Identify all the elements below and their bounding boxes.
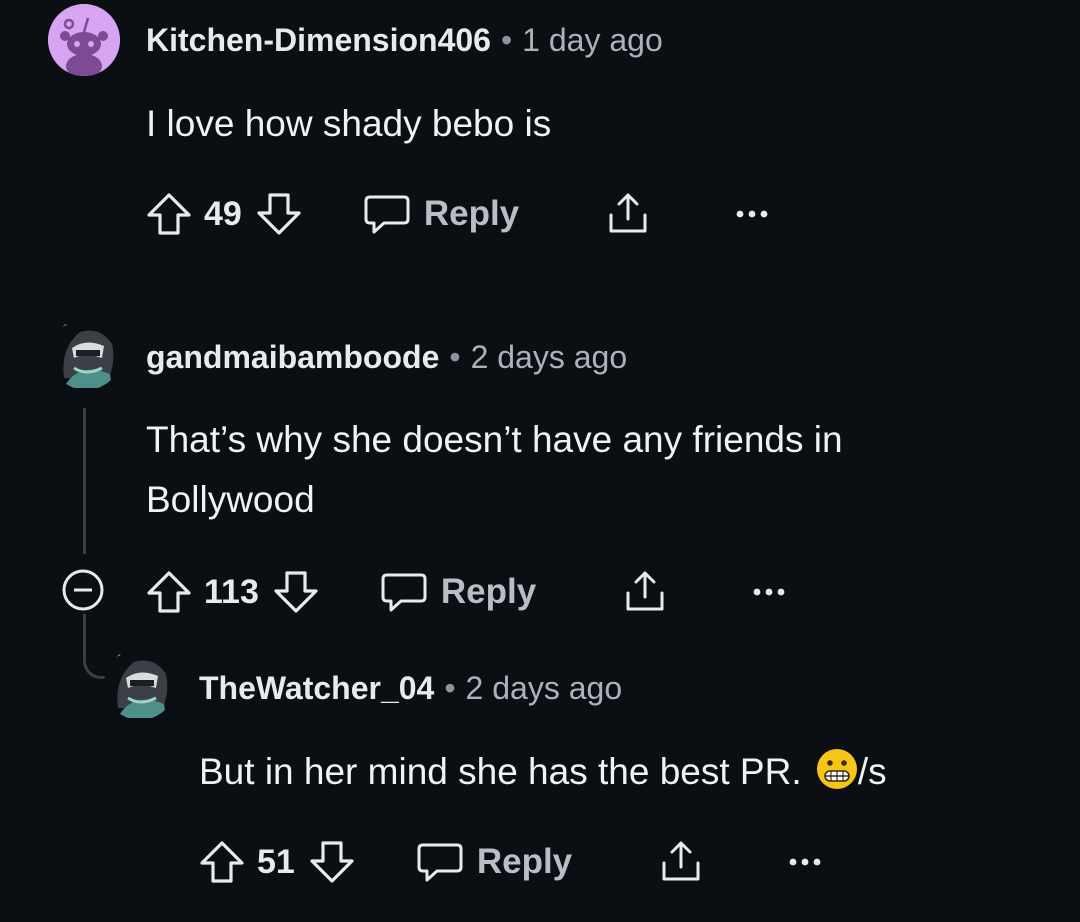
comment-body-text: But in her mind she has the best PR. <box>199 751 802 792</box>
comment-actions: 51 Reply <box>199 832 822 892</box>
comment-body: That’s why she doesn’t have any friends … <box>146 410 843 530</box>
more-options-icon[interactable] <box>735 208 769 220</box>
custom-character-avatar-icon <box>107 649 168 718</box>
username[interactable]: TheWatcher_04 <box>199 670 434 706</box>
reddit-snoo-avatar-icon <box>48 4 120 76</box>
more-options-icon[interactable] <box>752 586 786 598</box>
comment-header: Kitchen-Dimension406 • 1 day ago <box>146 20 663 60</box>
separator-dot: • <box>444 670 456 706</box>
username[interactable]: Kitchen-Dimension406 <box>146 22 491 58</box>
username[interactable]: gandmaibamboode <box>146 339 439 375</box>
comment-body: I love how shady bebo is <box>146 103 552 144</box>
comment-header: TheWatcher_04 • 2 days ago <box>199 668 622 708</box>
collapse-minus-icon <box>62 569 104 611</box>
comment-body-line: That’s why she doesn’t have any friends … <box>146 419 843 460</box>
share-icon[interactable] <box>622 569 668 615</box>
reply-label: Reply <box>476 842 573 881</box>
collapse-thread-button[interactable] <box>61 568 105 612</box>
avatar[interactable] <box>50 318 122 390</box>
reply-button[interactable]: Reply <box>417 841 572 883</box>
timestamp: 2 days ago <box>470 339 628 375</box>
comment-bubble-icon <box>417 841 463 883</box>
comment-header: gandmaibamboode • 2 days ago <box>146 337 627 377</box>
reply-button[interactable]: Reply <box>381 571 536 613</box>
comment-bubble-icon <box>364 193 410 235</box>
comment-body-suffix: /s <box>857 751 887 792</box>
upvote-icon[interactable] <box>146 570 192 614</box>
comment-bubble-icon <box>381 571 427 613</box>
downvote-icon[interactable] <box>309 840 355 884</box>
reply-label: Reply <box>440 572 537 611</box>
custom-character-avatar-icon <box>53 319 114 388</box>
upvote-icon[interactable] <box>146 192 192 236</box>
timestamp: 1 day ago <box>522 22 663 58</box>
downvote-icon[interactable] <box>273 570 319 614</box>
vote-count: 113 <box>204 572 259 611</box>
downvote-icon[interactable] <box>256 192 302 236</box>
vote-count: 49 <box>204 194 242 233</box>
share-icon[interactable] <box>605 191 651 237</box>
avatar[interactable] <box>104 648 176 720</box>
comment-body-line: Bollywood <box>146 479 315 520</box>
more-options-icon[interactable] <box>788 856 822 868</box>
avatar[interactable] <box>48 4 120 76</box>
reply-label: Reply <box>423 194 520 233</box>
reply-button[interactable]: Reply <box>364 193 519 235</box>
grimacing-face-emoji-icon <box>816 748 858 808</box>
separator-dot: • <box>500 22 513 58</box>
upvote-icon[interactable] <box>199 840 245 884</box>
comment-actions: 49 Reply <box>146 184 769 244</box>
separator-dot: • <box>449 339 461 375</box>
vote-count: 51 <box>257 842 295 881</box>
comment-body: But in her mind she has the best PR. /s <box>199 742 887 808</box>
timestamp: 2 days ago <box>465 670 623 706</box>
comment-actions: 113 Reply <box>146 562 786 622</box>
thread-line[interactable] <box>83 408 86 554</box>
share-icon[interactable] <box>658 839 704 885</box>
